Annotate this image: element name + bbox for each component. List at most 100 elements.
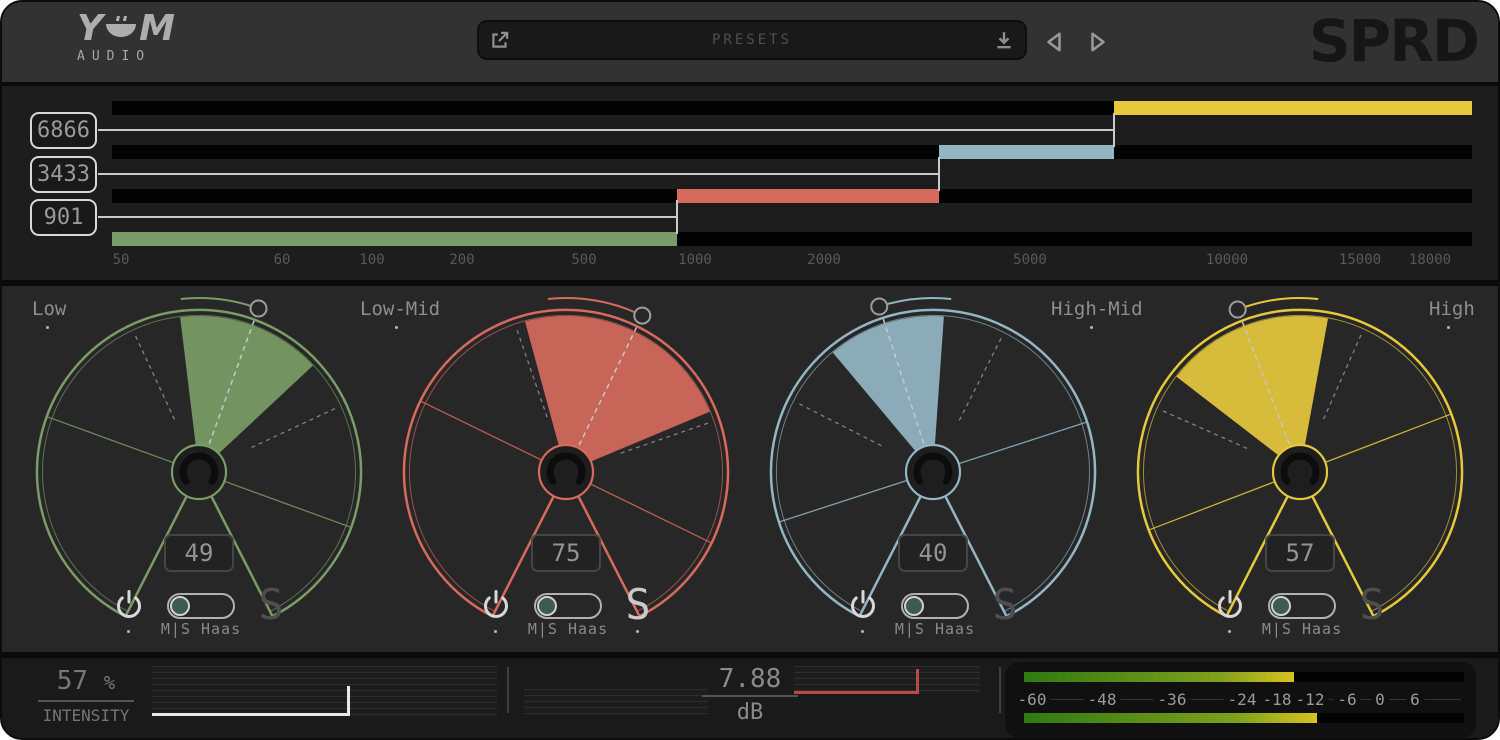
freq-axis-tick: 1000 [678,252,712,268]
preset-label[interactable]: PRESETS [712,32,792,48]
crossover-handle[interactable] [1113,113,1115,147]
pointer-handle[interactable] [634,308,650,324]
range-spoke [48,417,173,462]
gain-slider-negative[interactable] [524,689,708,715]
range-spoke [421,401,541,459]
intensity-label: INTENSITY [38,706,134,725]
bowl-icon [104,16,138,46]
meter-scale-label: -12 [1292,690,1329,709]
freq-axis-tick: 60 [274,252,291,268]
meter-track-right [1024,713,1464,723]
automation-dot [1228,630,1231,633]
scale-tick [1324,333,1362,419]
intensity-slider[interactable] [152,666,497,716]
freq-axis-tick: 5000 [1013,252,1047,268]
triangle-right-icon [1088,31,1108,53]
intensity-baseline [152,713,349,716]
intensity-value[interactable]: 57 % [38,666,134,696]
intensity-handle[interactable] [347,686,350,716]
meter-scale-label: -36 [1154,690,1191,709]
footer-divider [999,667,1001,713]
ms-haas-toggle[interactable] [167,593,235,619]
band-power-button[interactable] [111,588,147,624]
band-power-button[interactable] [845,588,881,624]
band-solo-high-mid[interactable]: S [985,582,1025,628]
freq-axis-tick: 10000 [1206,252,1248,268]
pointer-arc [181,298,259,308]
pointer-handle[interactable] [871,299,887,315]
ms-haas-toggle[interactable] [901,593,969,619]
meter-scale-label: -48 [1084,690,1121,709]
band-control-low: 49M|S HaasS [17,286,384,652]
band-range-bar-high[interactable] [1114,101,1472,115]
automation-dot [636,630,639,633]
divider-line [702,695,798,697]
brand-letter-m: M [139,12,175,46]
scale-tick [798,403,882,446]
crossover-value-box[interactable]: 901 [30,199,97,236]
toggle-knob [537,596,557,616]
divider-line [38,700,134,702]
gain-handle[interactable] [916,669,919,694]
meter-track-left [1024,672,1464,682]
range-spoke [780,481,906,522]
crossover-handle[interactable] [938,157,940,191]
gain-value[interactable]: 7.88 [692,664,808,694]
crossover-line [98,216,677,218]
brand-logo: Y M AUDIO [77,12,175,64]
pointer-handle[interactable] [251,300,267,316]
meter-fill-right [1024,713,1317,723]
band-power-button[interactable] [478,588,514,624]
crossover-handle[interactable] [676,200,678,234]
band-value-low-mid[interactable]: 75 [531,534,601,572]
pointer-arc [879,298,951,306]
band-value-low[interactable]: 49 [164,534,234,572]
band-solo-low-mid[interactable]: S [618,582,658,628]
crossover-value-box[interactable]: 3433 [30,156,97,193]
pointer-arc [1238,298,1319,310]
freq-axis-tick: 100 [359,252,384,268]
ms-haas-toggle[interactable] [1268,593,1336,619]
band-range-bar-low-mid[interactable] [677,189,939,203]
load-preset-icon[interactable] [993,29,1015,51]
footer-bar: 57 % INTENSITY 7.88 dB -60-48-36-24-18-1… [2,658,1498,740]
frequency-band-display: 6866343390150601002005001000200050001000… [2,86,1498,280]
preset-bar[interactable]: PRESETS [477,20,1027,60]
band-solo-high[interactable]: S [1352,582,1392,628]
freq-axis-tick: 500 [571,252,596,268]
band-power-button[interactable] [1212,588,1248,624]
scale-tick [959,337,1002,421]
freq-track [112,145,1472,159]
band-value-high[interactable]: 57 [1265,534,1335,572]
meter-fill-left [1024,672,1294,682]
next-preset-button[interactable] [1084,28,1112,56]
previous-preset-button[interactable] [1040,28,1068,56]
pointer-handle[interactable] [1230,302,1246,318]
brand-sub-label: AUDIO [77,49,175,64]
freq-axis-tick: 18000 [1409,252,1451,268]
range-spoke [1326,414,1450,462]
band-solo-low[interactable]: S [251,582,291,628]
band-controls-section: LowLow-MidHigh-MidHigh49M|S HaasS75M|S H… [2,286,1498,652]
range-spoke [591,484,711,542]
meter-scale-label: -60 [1014,690,1051,709]
range-spoke [960,422,1086,463]
toggle-labels: M|S Haas [867,620,1003,638]
gain-slider-positive[interactable] [794,666,980,694]
export-preset-icon[interactable] [489,29,511,51]
band-value-high-mid[interactable]: 40 [898,534,968,572]
meter-scale-label: -24 [1224,690,1261,709]
brand-letter-y: Y [77,12,103,46]
freq-axis-tick: 50 [113,252,130,268]
crossover-line [98,173,939,175]
band-range-bar-low[interactable] [112,232,677,246]
crossover-value-box[interactable]: 6866 [30,112,97,149]
output-meter: -60-48-36-24-18-12-606 [1005,662,1476,738]
range-spoke [1150,482,1274,530]
crossover-line [98,129,1114,131]
footer-divider [507,667,509,713]
band-control-high-mid: 40 M|S HaasS [751,286,1118,652]
band-range-bar-high-mid[interactable] [939,145,1114,159]
ms-haas-toggle[interactable] [534,593,602,619]
triangle-left-icon [1044,31,1064,53]
